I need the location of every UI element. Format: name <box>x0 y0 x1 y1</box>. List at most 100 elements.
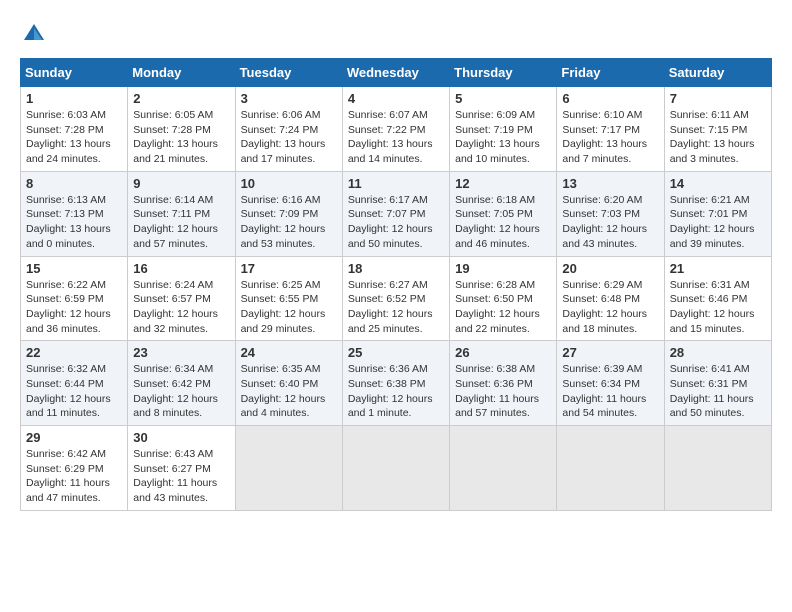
calendar-cell: 20 Sunrise: 6:29 AMSunset: 6:48 PMDaylig… <box>557 256 664 341</box>
day-number: 11 <box>348 176 444 191</box>
day-number: 9 <box>133 176 229 191</box>
day-number: 10 <box>241 176 337 191</box>
day-number: 13 <box>562 176 658 191</box>
calendar-cell: 15 Sunrise: 6:22 AMSunset: 6:59 PMDaylig… <box>21 256 128 341</box>
calendar-cell: 28 Sunrise: 6:41 AMSunset: 6:31 PMDaylig… <box>664 341 771 426</box>
day-number: 30 <box>133 430 229 445</box>
calendar-cell: 10 Sunrise: 6:16 AMSunset: 7:09 PMDaylig… <box>235 171 342 256</box>
day-detail: Sunrise: 6:10 AMSunset: 7:17 PMDaylight:… <box>562 109 647 165</box>
day-detail: Sunrise: 6:11 AMSunset: 7:15 PMDaylight:… <box>670 109 755 165</box>
day-number: 16 <box>133 261 229 276</box>
day-detail: Sunrise: 6:14 AMSunset: 7:11 PMDaylight:… <box>133 194 218 250</box>
day-detail: Sunrise: 6:43 AMSunset: 6:27 PMDaylight:… <box>133 448 217 504</box>
day-detail: Sunrise: 6:13 AMSunset: 7:13 PMDaylight:… <box>26 194 111 250</box>
calendar-cell: 27 Sunrise: 6:39 AMSunset: 6:34 PMDaylig… <box>557 341 664 426</box>
calendar-header: SundayMondayTuesdayWednesdayThursdayFrid… <box>21 59 772 87</box>
day-detail: Sunrise: 6:29 AMSunset: 6:48 PMDaylight:… <box>562 279 647 335</box>
day-number: 26 <box>455 345 551 360</box>
calendar-cell: 3 Sunrise: 6:06 AMSunset: 7:24 PMDayligh… <box>235 87 342 172</box>
day-number: 27 <box>562 345 658 360</box>
calendar-week-4: 22 Sunrise: 6:32 AMSunset: 6:44 PMDaylig… <box>21 341 772 426</box>
day-detail: Sunrise: 6:22 AMSunset: 6:59 PMDaylight:… <box>26 279 111 335</box>
day-number: 21 <box>670 261 766 276</box>
calendar-cell: 30 Sunrise: 6:43 AMSunset: 6:27 PMDaylig… <box>128 426 235 511</box>
logo-icon <box>20 20 48 48</box>
day-detail: Sunrise: 6:39 AMSunset: 6:34 PMDaylight:… <box>562 363 646 419</box>
calendar-cell: 18 Sunrise: 6:27 AMSunset: 6:52 PMDaylig… <box>342 256 449 341</box>
day-detail: Sunrise: 6:38 AMSunset: 6:36 PMDaylight:… <box>455 363 539 419</box>
day-detail: Sunrise: 6:07 AMSunset: 7:22 PMDaylight:… <box>348 109 433 165</box>
weekday-header-wednesday: Wednesday <box>342 59 449 87</box>
weekday-header-saturday: Saturday <box>664 59 771 87</box>
day-number: 22 <box>26 345 122 360</box>
day-number: 5 <box>455 91 551 106</box>
weekday-header-thursday: Thursday <box>450 59 557 87</box>
calendar-cell: 29 Sunrise: 6:42 AMSunset: 6:29 PMDaylig… <box>21 426 128 511</box>
calendar-week-3: 15 Sunrise: 6:22 AMSunset: 6:59 PMDaylig… <box>21 256 772 341</box>
calendar-cell: 16 Sunrise: 6:24 AMSunset: 6:57 PMDaylig… <box>128 256 235 341</box>
day-number: 3 <box>241 91 337 106</box>
day-number: 6 <box>562 91 658 106</box>
calendar-cell: 2 Sunrise: 6:05 AMSunset: 7:28 PMDayligh… <box>128 87 235 172</box>
day-detail: Sunrise: 6:06 AMSunset: 7:24 PMDaylight:… <box>241 109 326 165</box>
logo <box>20 20 52 48</box>
calendar-cell: 14 Sunrise: 6:21 AMSunset: 7:01 PMDaylig… <box>664 171 771 256</box>
day-number: 4 <box>348 91 444 106</box>
calendar-week-2: 8 Sunrise: 6:13 AMSunset: 7:13 PMDayligh… <box>21 171 772 256</box>
weekday-header-row: SundayMondayTuesdayWednesdayThursdayFrid… <box>21 59 772 87</box>
calendar-body: 1 Sunrise: 6:03 AMSunset: 7:28 PMDayligh… <box>21 87 772 511</box>
day-detail: Sunrise: 6:03 AMSunset: 7:28 PMDaylight:… <box>26 109 111 165</box>
day-number: 1 <box>26 91 122 106</box>
calendar-cell: 7 Sunrise: 6:11 AMSunset: 7:15 PMDayligh… <box>664 87 771 172</box>
day-detail: Sunrise: 6:21 AMSunset: 7:01 PMDaylight:… <box>670 194 755 250</box>
day-detail: Sunrise: 6:24 AMSunset: 6:57 PMDaylight:… <box>133 279 218 335</box>
calendar-cell: 22 Sunrise: 6:32 AMSunset: 6:44 PMDaylig… <box>21 341 128 426</box>
day-detail: Sunrise: 6:34 AMSunset: 6:42 PMDaylight:… <box>133 363 218 419</box>
day-detail: Sunrise: 6:35 AMSunset: 6:40 PMDaylight:… <box>241 363 326 419</box>
calendar-cell <box>557 426 664 511</box>
day-detail: Sunrise: 6:20 AMSunset: 7:03 PMDaylight:… <box>562 194 647 250</box>
day-detail: Sunrise: 6:36 AMSunset: 6:38 PMDaylight:… <box>348 363 433 419</box>
calendar-cell: 12 Sunrise: 6:18 AMSunset: 7:05 PMDaylig… <box>450 171 557 256</box>
calendar-cell: 24 Sunrise: 6:35 AMSunset: 6:40 PMDaylig… <box>235 341 342 426</box>
day-number: 15 <box>26 261 122 276</box>
day-number: 29 <box>26 430 122 445</box>
weekday-header-sunday: Sunday <box>21 59 128 87</box>
calendar-cell: 25 Sunrise: 6:36 AMSunset: 6:38 PMDaylig… <box>342 341 449 426</box>
calendar-cell: 6 Sunrise: 6:10 AMSunset: 7:17 PMDayligh… <box>557 87 664 172</box>
day-number: 25 <box>348 345 444 360</box>
calendar-table: SundayMondayTuesdayWednesdayThursdayFrid… <box>20 58 772 511</box>
page-header <box>20 20 772 48</box>
day-number: 12 <box>455 176 551 191</box>
day-detail: Sunrise: 6:28 AMSunset: 6:50 PMDaylight:… <box>455 279 540 335</box>
calendar-cell: 26 Sunrise: 6:38 AMSunset: 6:36 PMDaylig… <box>450 341 557 426</box>
day-detail: Sunrise: 6:42 AMSunset: 6:29 PMDaylight:… <box>26 448 110 504</box>
day-detail: Sunrise: 6:31 AMSunset: 6:46 PMDaylight:… <box>670 279 755 335</box>
calendar-cell <box>342 426 449 511</box>
calendar-cell: 13 Sunrise: 6:20 AMSunset: 7:03 PMDaylig… <box>557 171 664 256</box>
calendar-cell: 17 Sunrise: 6:25 AMSunset: 6:55 PMDaylig… <box>235 256 342 341</box>
calendar-cell: 4 Sunrise: 6:07 AMSunset: 7:22 PMDayligh… <box>342 87 449 172</box>
day-number: 14 <box>670 176 766 191</box>
day-detail: Sunrise: 6:05 AMSunset: 7:28 PMDaylight:… <box>133 109 218 165</box>
calendar-cell: 23 Sunrise: 6:34 AMSunset: 6:42 PMDaylig… <box>128 341 235 426</box>
day-number: 8 <box>26 176 122 191</box>
day-number: 2 <box>133 91 229 106</box>
day-number: 19 <box>455 261 551 276</box>
weekday-header-tuesday: Tuesday <box>235 59 342 87</box>
day-number: 20 <box>562 261 658 276</box>
calendar-cell: 8 Sunrise: 6:13 AMSunset: 7:13 PMDayligh… <box>21 171 128 256</box>
calendar-week-5: 29 Sunrise: 6:42 AMSunset: 6:29 PMDaylig… <box>21 426 772 511</box>
calendar-cell: 19 Sunrise: 6:28 AMSunset: 6:50 PMDaylig… <box>450 256 557 341</box>
calendar-week-1: 1 Sunrise: 6:03 AMSunset: 7:28 PMDayligh… <box>21 87 772 172</box>
day-number: 17 <box>241 261 337 276</box>
day-number: 23 <box>133 345 229 360</box>
calendar-cell: 9 Sunrise: 6:14 AMSunset: 7:11 PMDayligh… <box>128 171 235 256</box>
calendar-cell: 1 Sunrise: 6:03 AMSunset: 7:28 PMDayligh… <box>21 87 128 172</box>
day-detail: Sunrise: 6:16 AMSunset: 7:09 PMDaylight:… <box>241 194 326 250</box>
calendar-cell <box>450 426 557 511</box>
day-detail: Sunrise: 6:41 AMSunset: 6:31 PMDaylight:… <box>670 363 754 419</box>
calendar-cell: 11 Sunrise: 6:17 AMSunset: 7:07 PMDaylig… <box>342 171 449 256</box>
calendar-cell: 5 Sunrise: 6:09 AMSunset: 7:19 PMDayligh… <box>450 87 557 172</box>
day-detail: Sunrise: 6:09 AMSunset: 7:19 PMDaylight:… <box>455 109 540 165</box>
